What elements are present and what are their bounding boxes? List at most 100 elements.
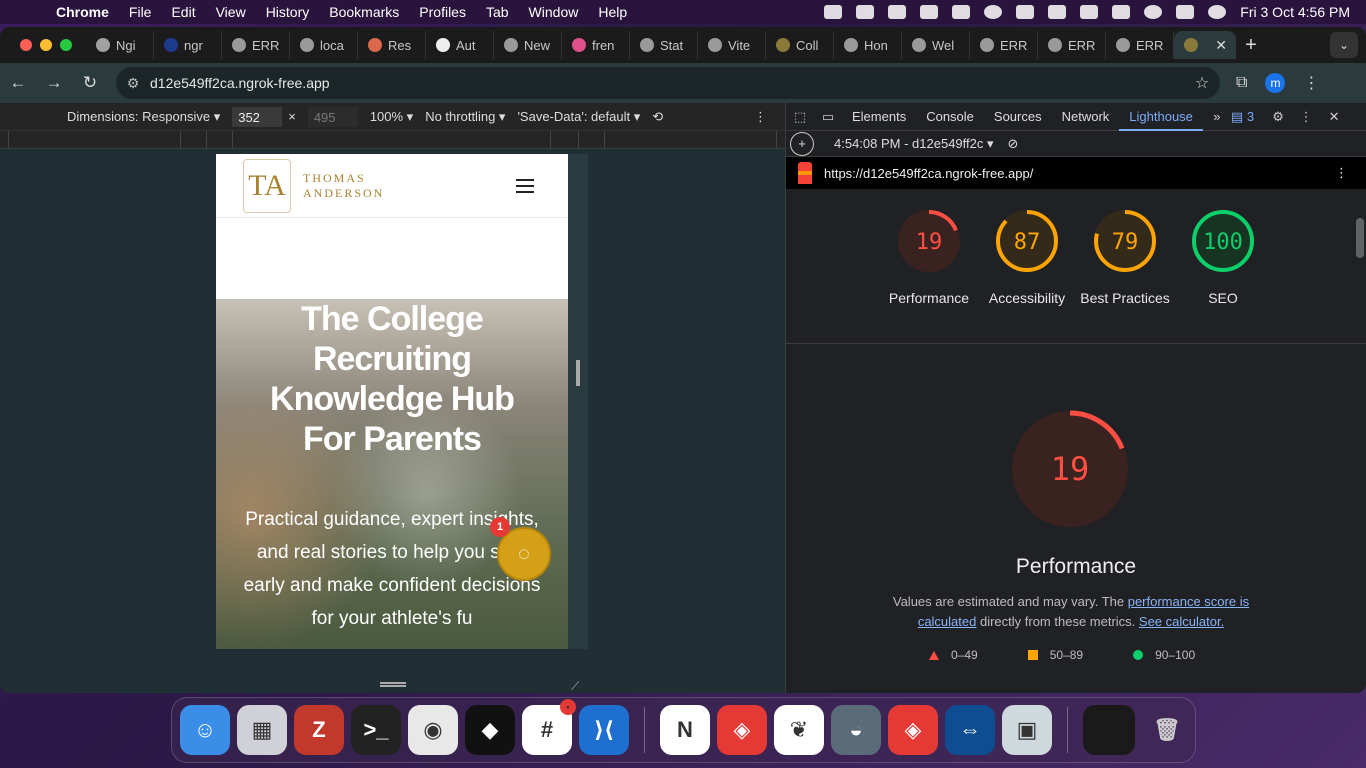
dock-filezilla-icon[interactable]: Z xyxy=(294,705,344,755)
address-url[interactable]: d12e549ff2ca.ngrok-free.app xyxy=(150,75,330,91)
wifi-icon[interactable] xyxy=(1112,5,1131,19)
dock-unity-icon[interactable]: ◆ xyxy=(465,705,515,755)
status-inbox-icon[interactable] xyxy=(888,5,907,19)
dock-notion-icon[interactable]: N xyxy=(660,705,710,755)
resize-handle-corner-icon[interactable]: ⟋ xyxy=(571,679,579,693)
menu-chrome[interactable]: Chrome xyxy=(46,4,119,20)
address-bar[interactable]: ⚙ d12e549ff2ca.ngrok-free.app ☆ xyxy=(116,67,1220,99)
zoom-window-button[interactable] xyxy=(60,39,72,51)
dock-preview-icon[interactable]: ▣ xyxy=(1002,705,1052,755)
browser-tab[interactable]: Res xyxy=(358,31,426,59)
settings-gear-icon[interactable]: ⚙ xyxy=(1264,109,1292,125)
site-logo-text[interactable]: THOMAS ANDERSON xyxy=(303,171,384,201)
dock-launchpad-icon[interactable]: ▦ xyxy=(237,705,287,755)
device-toggle-icon[interactable]: ▭ xyxy=(814,109,842,125)
tab-network[interactable]: Network xyxy=(1052,103,1120,131)
menu-help[interactable]: Help xyxy=(588,4,637,20)
menu-view[interactable]: View xyxy=(206,4,256,20)
control-center-icon[interactable] xyxy=(1176,5,1195,19)
browser-tab[interactable]: Stat xyxy=(630,31,698,59)
performance-big-gauge[interactable]: 19 xyxy=(1009,408,1131,530)
minimize-window-button[interactable] xyxy=(40,39,52,51)
new-report-plus-icon[interactable]: + xyxy=(790,131,814,156)
browser-tab[interactable]: fren xyxy=(562,31,630,59)
inspect-element-icon[interactable]: ⬚ xyxy=(786,109,814,125)
menu-tab[interactable]: Tab xyxy=(476,4,519,20)
browser-tab[interactable]: loca xyxy=(290,31,358,59)
dock-teamviewer-icon[interactable]: ⇔ xyxy=(945,705,995,755)
report-menu-icon[interactable]: ⋮ xyxy=(1335,165,1348,181)
bluetooth-icon[interactable] xyxy=(1080,5,1099,19)
throttling-dropdown[interactable]: No throttling ▾ xyxy=(425,109,505,125)
search-icon[interactable] xyxy=(1144,5,1163,19)
extensions-puzzle-icon[interactable]: ⧉ xyxy=(1236,74,1247,92)
score-gauge-seo[interactable]: 100 SEO xyxy=(1191,209,1255,343)
tab-search-chevron-icon[interactable]: ⌄ xyxy=(1330,32,1358,58)
back-arrow-icon[interactable]: ← xyxy=(0,73,36,93)
status-box-icon[interactable] xyxy=(824,5,843,19)
issues-counter[interactable]: ▤ 3 xyxy=(1231,109,1254,125)
dock-slack-icon[interactable]: # • xyxy=(522,699,576,755)
score-gauge-performance[interactable]: 19 Performance xyxy=(889,209,969,343)
dock-dbngin-icon[interactable]: ◒ xyxy=(831,705,881,755)
menu-profiles[interactable]: Profiles xyxy=(409,4,476,20)
menubar-clock[interactable]: Fri 3 Oct 4:56 PM xyxy=(1240,4,1350,20)
tab-elements[interactable]: Elements xyxy=(842,103,916,131)
dock-chrome-icon[interactable]: ◉ xyxy=(408,705,458,755)
report-url[interactable]: https://d12e549ff2ca.ngrok-free.app/ xyxy=(824,166,1033,181)
browser-tab[interactable]: Coll xyxy=(766,31,834,59)
site-info-icon[interactable]: ⚙ xyxy=(116,75,150,92)
status-photo-icon[interactable] xyxy=(952,5,971,19)
dimensions-dropdown[interactable]: Dimensions: Responsive ▾ xyxy=(67,109,220,125)
dock-anydesk-icon[interactable]: ◈ xyxy=(717,705,767,755)
width-input[interactable]: 352 xyxy=(232,106,283,127)
hamburger-menu-icon[interactable] xyxy=(516,175,534,197)
tab-sources[interactable]: Sources xyxy=(984,103,1052,131)
siri-icon[interactable] xyxy=(1208,5,1227,19)
forward-arrow-icon[interactable]: → xyxy=(36,73,72,93)
devtools-scrollbar[interactable] xyxy=(1356,218,1364,258)
chrome-menu-icon[interactable]: ⋮ xyxy=(1303,73,1319,93)
tab-console[interactable]: Console xyxy=(916,103,984,131)
new-tab-button[interactable]: + xyxy=(1236,34,1266,57)
tab-lighthouse[interactable]: Lighthouse xyxy=(1119,103,1203,131)
resize-handle-right[interactable] xyxy=(576,360,580,386)
notion-status-icon[interactable] xyxy=(920,5,939,19)
menu-bookmarks[interactable]: Bookmarks xyxy=(319,4,409,20)
dock-vscode-icon[interactable]: ⟩⟨ xyxy=(579,705,629,755)
score-gauge-best-practices[interactable]: 79 Best Practices xyxy=(1080,209,1170,343)
dock-trash-icon[interactable]: 🗑 xyxy=(1142,705,1192,755)
status-gear-icon[interactable] xyxy=(984,5,1003,19)
dock-terminal-icon[interactable]: >_ xyxy=(351,705,401,755)
browser-tab[interactable]: Wel xyxy=(902,31,970,59)
tab-active[interactable]: ✕ xyxy=(1174,31,1236,59)
browser-tab[interactable]: ERR xyxy=(222,31,290,59)
dock-finder-icon[interactable]: ☺ xyxy=(180,705,230,755)
height-input[interactable]: 495 xyxy=(307,106,358,127)
score-gauge-accessibility[interactable]: 87 Accessibility xyxy=(989,209,1065,343)
save-data-dropdown[interactable]: 'Save-Data': default ▾ xyxy=(517,109,640,125)
status-app-icon[interactable] xyxy=(856,5,875,19)
dock-anydesk2-icon[interactable]: ◈ xyxy=(888,705,938,755)
report-selector[interactable]: 4:54:08 PM - d12e549ff2c ▾ xyxy=(834,136,994,152)
menu-file[interactable]: File xyxy=(119,4,162,20)
device-more-icon[interactable]: ⋮ xyxy=(754,109,767,125)
volume-icon[interactable] xyxy=(1016,5,1035,19)
resize-handle-bottom[interactable] xyxy=(380,682,406,687)
close-window-button[interactable] xyxy=(20,39,32,51)
site-logo-mark[interactable]: TA xyxy=(243,158,291,213)
menu-history[interactable]: History xyxy=(256,4,320,20)
zoom-dropdown[interactable]: 100% ▾ xyxy=(370,109,413,125)
browser-tab[interactable]: ERR xyxy=(1106,31,1174,59)
browser-tab[interactable]: Ngi xyxy=(86,31,154,59)
browser-tab[interactable]: New xyxy=(494,31,562,59)
profile-avatar[interactable]: m xyxy=(1265,73,1286,93)
media-query-ruler[interactable] xyxy=(0,131,785,149)
more-tabs-icon[interactable]: » xyxy=(1203,109,1231,124)
close-tab-icon[interactable]: ✕ xyxy=(1215,37,1227,54)
browser-tab[interactable]: ngr xyxy=(154,31,222,59)
browser-tab[interactable]: Hon xyxy=(834,31,902,59)
dock-mongodb-icon[interactable]: ❦ xyxy=(774,705,824,755)
reload-icon[interactable]: ↻ xyxy=(72,73,108,93)
browser-tab[interactable]: Vite xyxy=(698,31,766,59)
